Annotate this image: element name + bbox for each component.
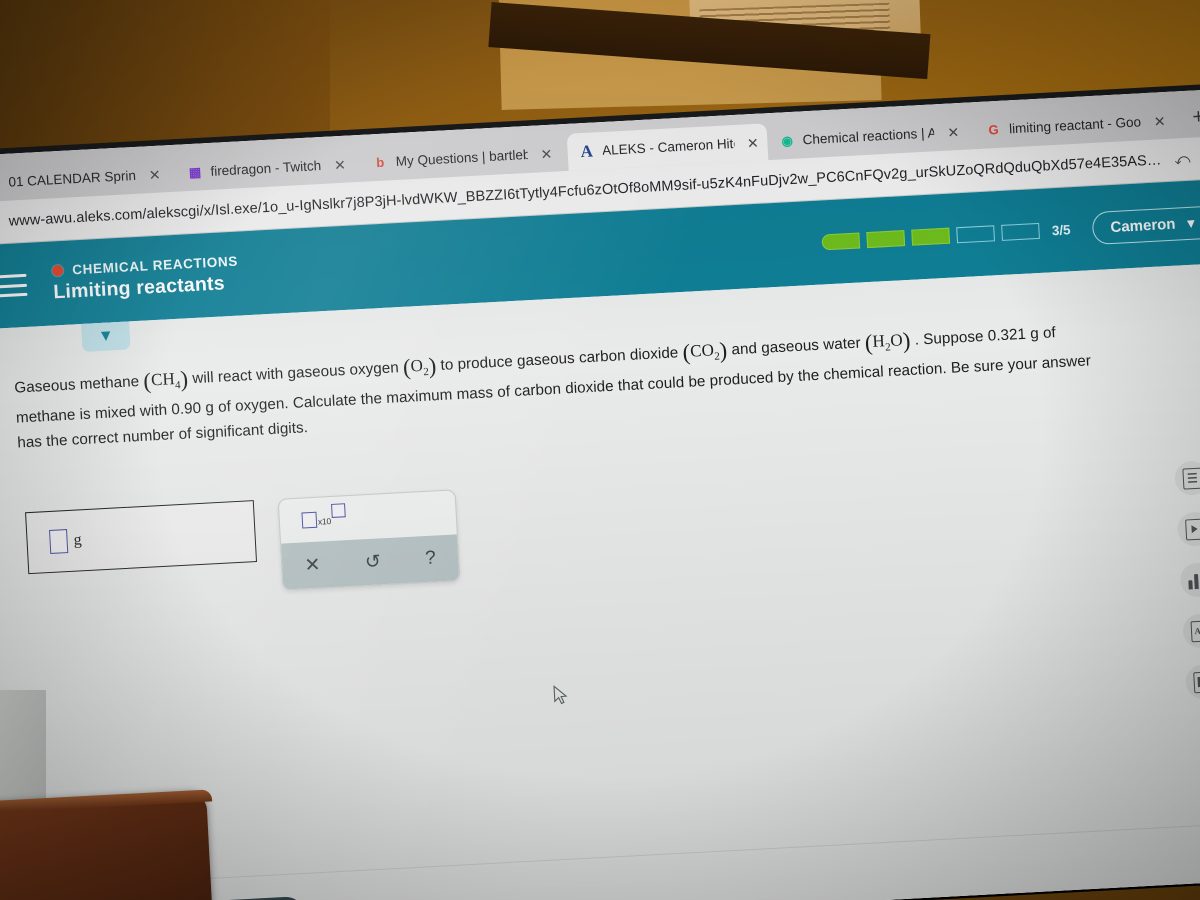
tab-separator [970, 121, 972, 141]
check-button[interactable]: Check [200, 895, 306, 900]
question-text: Gaseous methane (CH4) will react with ga… [13, 312, 1096, 456]
tab-title: Chemical reactions | AP®/C [802, 125, 935, 148]
scientific-notation-button[interactable]: x10 [301, 503, 346, 529]
progress-pip [956, 225, 996, 244]
bar-chart-glyph [1188, 571, 1200, 589]
header-right: 3/5 Cameron ▼ [821, 205, 1200, 259]
progress-pip [866, 230, 906, 249]
math-tool-palette: x10 ✕ ↺ ? [277, 489, 461, 591]
formula-water: (H2O) [864, 327, 912, 356]
topic-dot-icon [51, 264, 64, 276]
progress-bar: 3/5 [821, 221, 1071, 251]
aleks-icon: A [580, 141, 594, 161]
clear-button[interactable]: ✕ [304, 553, 321, 577]
tab-close-button[interactable]: ✕ [1153, 113, 1166, 130]
undo-button[interactable]: ↺ [364, 550, 381, 574]
aa-glyph: Aa [1189, 619, 1200, 642]
new-tab-button[interactable]: + [1180, 104, 1200, 138]
tab-title: My Questions | bartleby [395, 147, 528, 170]
answer-area: g x10 ✕ ↺ ? [25, 489, 461, 604]
calculator-icon[interactable] [1173, 460, 1200, 497]
play-glyph [1184, 518, 1200, 541]
tab-separator [1177, 110, 1179, 130]
tab-close-button[interactable]: ✕ [747, 134, 760, 151]
progress-label: 3/5 [1051, 221, 1071, 238]
glossary-aa-icon[interactable]: Aa [1182, 613, 1200, 649]
photo-of-monitor: 01 CALENDAR Sprin ✕ ▦ firedragon - Twitc… [0, 0, 1200, 900]
collapse-header-button[interactable]: ▼ [81, 321, 131, 352]
tab-separator [172, 163, 174, 183]
help-button[interactable]: ? [425, 547, 437, 570]
progress-pip [821, 232, 861, 251]
khan-academy-icon: ◉ [781, 132, 794, 148]
periodic-table-glyph [1192, 670, 1200, 693]
mantissa-box [301, 511, 318, 529]
formula-oxygen: (O2) [402, 353, 437, 380]
answer-input[interactable]: g [25, 500, 258, 575]
tab-close-button[interactable]: ✕ [334, 156, 347, 173]
tab-close-button[interactable]: ✕ [540, 145, 553, 162]
exponent-box [331, 503, 346, 518]
periodic-table-icon[interactable] [1184, 663, 1200, 700]
bar-chart-icon[interactable] [1179, 562, 1200, 598]
question-part-1: Gaseous methane [13, 373, 140, 397]
twitch-icon: ▦ [188, 163, 202, 180]
question-part-4: and gaseous water [731, 334, 862, 359]
google-icon: G [988, 121, 1000, 138]
monitor-screen: 01 CALENDAR Sprin ✕ ▦ firedragon - Twitc… [0, 88, 1200, 900]
user-menu-button[interactable]: Cameron ▼ [1091, 205, 1200, 245]
chevron-down-icon: ▼ [1184, 214, 1198, 231]
video-play-icon[interactable] [1176, 511, 1200, 547]
calculator-glyph [1181, 467, 1200, 490]
header-titles: CHEMICAL REACTIONS Limiting reactants [51, 253, 240, 304]
share-icon[interactable]: ⤺ [1171, 150, 1194, 168]
palette-actions-row: ✕ ↺ ? [281, 534, 460, 590]
answer-placeholder-box[interactable] [49, 529, 69, 554]
tab-close-button[interactable]: ✕ [148, 166, 161, 183]
question-part-2: will react with gaseous oxygen [191, 359, 400, 388]
progress-pip [1001, 222, 1041, 241]
tab-title: ALEKS - Cameron Hite - Lea [601, 136, 735, 159]
tab-close-button[interactable]: ✕ [947, 124, 960, 141]
times-ten-label: x10 [317, 515, 332, 527]
tab-title: 01 CALENDAR Sprin [8, 167, 137, 190]
answer-unit-label: g [73, 531, 83, 549]
tool-rail: Aa [1173, 460, 1200, 700]
bartleby-icon: b [375, 154, 385, 171]
chevron-down-icon: ▼ [97, 327, 115, 346]
formula-carbon-dioxide: (CO2) [681, 337, 728, 366]
formula-methane: (CH4) [142, 366, 189, 394]
tab-title: firedragon - Twitch [210, 158, 322, 179]
question-part-3: to produce gaseous carbon dioxide [440, 344, 679, 374]
user-name: Cameron [1110, 215, 1176, 236]
progress-pip [911, 227, 951, 246]
generic-page-icon [0, 174, 2, 192]
tab-separator [357, 154, 359, 174]
tab-title: limiting reactant - Google S [1008, 114, 1142, 137]
tab-separator [563, 143, 565, 163]
hamburger-menu-icon[interactable] [0, 273, 28, 298]
